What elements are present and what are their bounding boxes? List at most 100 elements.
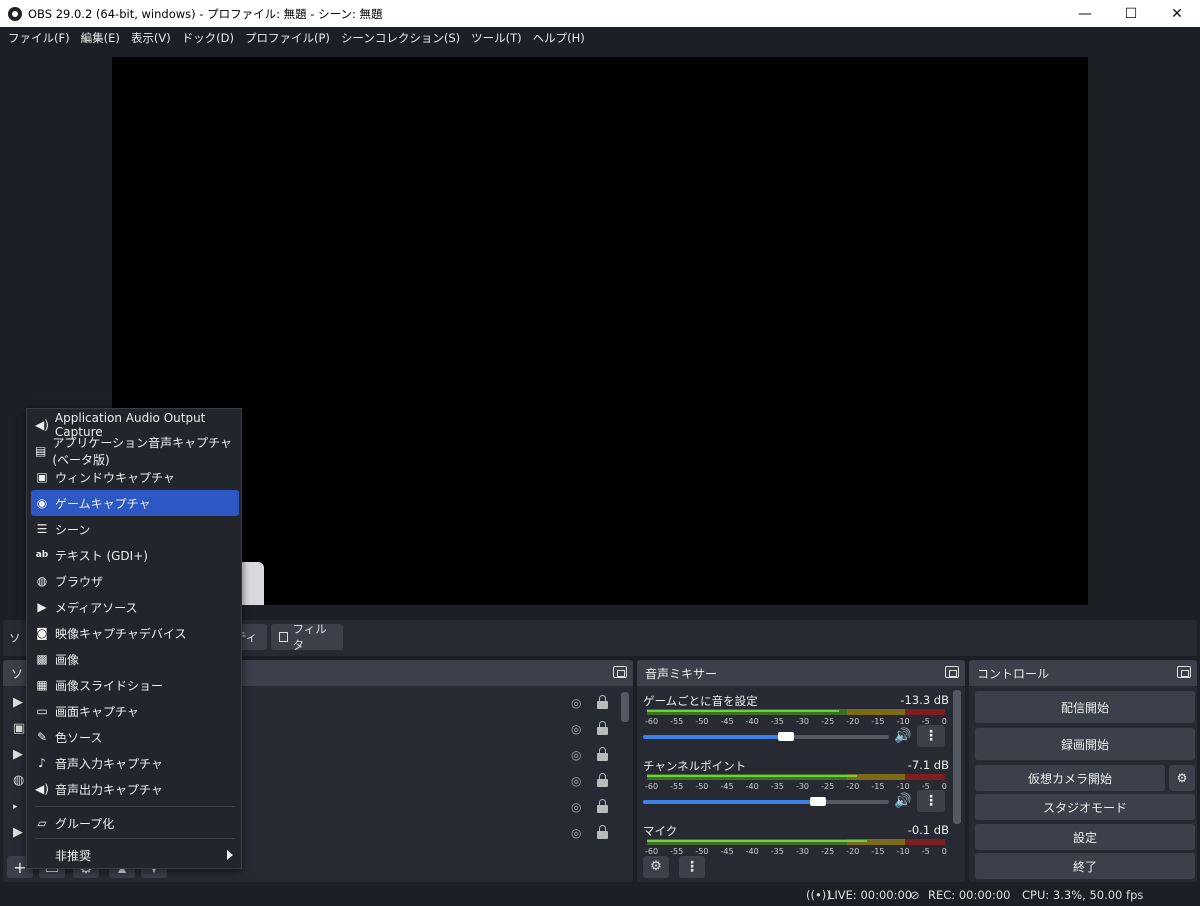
volume-slider[interactable] [643,797,889,806]
undock-icon[interactable] [613,666,627,678]
volume-meter [647,839,945,845]
brush-icon: ✎ [36,730,48,744]
lock-icon[interactable] [597,773,608,787]
title-bar: OBS 29.0.2 (64-bit, windows) - プロファイル: 無… [0,0,1200,27]
list-icon: ☰ [36,522,48,536]
maximize-button[interactable]: ☐ [1108,0,1154,27]
undock-icon[interactable] [945,666,959,678]
track-db: -7.1 dB [907,758,949,772]
exit-button[interactable]: 終了 [975,853,1195,879]
menu-separator [35,838,235,839]
undock-icon[interactable] [1177,666,1191,678]
volume-meter [647,774,945,780]
plus-icon: + [13,857,27,877]
virtual-camera-settings-button[interactable]: ⚙ [1169,765,1195,791]
menu-tools[interactable]: ツール(T) [467,30,526,46]
menu-file[interactable]: ファイル(F) [4,30,74,46]
start-streaming-button[interactable]: 配信開始 [975,691,1195,723]
volume-slider[interactable] [643,732,889,741]
menu-edit[interactable]: 編集(E) [77,30,124,46]
menu-item-text-gdi[interactable]: ab テキスト (GDI+) [31,542,239,568]
settings-button[interactable]: 設定 [975,824,1195,850]
menu-item-image-slideshow[interactable]: ▦ 画像スライドショー [31,672,239,698]
start-virtual-camera-button[interactable]: 仮想カメラ開始 [975,765,1165,791]
minimize-button[interactable]: — [1062,0,1108,27]
lock-icon[interactable] [597,825,608,839]
speaker-icon[interactable]: 🔊 [894,793,911,809]
menu-item-media-source[interactable]: ▶ メディアソース [31,594,239,620]
visibility-hidden-icon[interactable]: ◎ [571,800,581,814]
menu-item-image[interactable]: ▩ 画像 [31,646,239,672]
slider-knob[interactable] [778,732,794,741]
menu-item-audio-output-capture[interactable]: ◀) 音声出力キャプチャ [31,776,239,802]
controls-title: コントロール [977,666,1050,681]
menu-item-video-capture-device[interactable]: ◙ 映像キャプチャデバイス [31,620,239,646]
visibility-hidden-icon[interactable]: ◎ [571,696,581,710]
kebab-icon: ⋮ [685,859,699,875]
image-icon: ▩ [36,652,48,666]
visibility-hidden-icon[interactable]: ◎ [571,826,581,840]
menu-view[interactable]: 表示(V) [127,30,175,46]
volume-meter [647,709,945,715]
speaker-icon[interactable]: 🔊 [894,728,911,744]
filter-icon [279,632,289,642]
menu-help[interactable]: ヘルプ(H) [529,30,589,46]
menu-item-display-capture[interactable]: ▭ 画面キャプチャ [31,698,239,724]
live-time: LIVE: 00:00:00 [828,888,913,902]
menu-bar: ファイル(F) 編集(E) 表示(V) ドック(D) プロファイル(P) シーン… [0,27,1200,49]
menu-separator [35,806,235,807]
menu-item-color-source[interactable]: ✎ 色ソース [31,724,239,750]
track-name: ゲームごとに音を設定 [643,694,758,708]
menu-item-group[interactable]: ▱ グループ化 [31,810,239,836]
folder-icon: ▱ [37,816,47,830]
slider-knob[interactable] [810,797,826,806]
menu-docks[interactable]: ドック(D) [178,30,238,46]
track-name: マイク [643,824,678,838]
context-source-label: ソ [9,631,21,645]
play-icon: ▶ [37,600,47,614]
gear-icon: ⚙ [650,859,662,874]
mixer-scrollbar[interactable] [953,690,961,824]
menu-scene-collection[interactable]: シーンコレクション(S) [337,30,464,46]
menu-item-audio-input-capture[interactable]: ♪ 音声入力キャプチャ [31,750,239,776]
speaker-icon: ◀) [35,418,49,432]
lock-icon[interactable] [597,721,608,735]
advanced-audio-button[interactable]: ⚙ [643,856,669,878]
filters-button[interactable]: フィルタ [271,622,343,652]
rec-time: REC: 00:00:00 [928,888,1011,902]
visibility-hidden-icon[interactable]: ◎ [571,774,581,788]
studio-mode-button[interactable]: スタジオモード [975,794,1195,820]
menu-item-game-capture[interactable]: ◉ ゲームキャプチャ [31,490,239,516]
gamepad-icon: ◉ [36,496,48,510]
preview-canvas[interactable] [112,57,1088,605]
controls-dock: コントロール 配信開始 録画開始 仮想カメラ開始 ⚙ スタジオモード 設定 終了 [969,660,1197,882]
lock-icon[interactable] [597,799,608,813]
obs-logo-icon [8,6,22,21]
lock-icon[interactable] [597,695,608,709]
menu-item-scene[interactable]: ☰ シーン [31,516,239,542]
menu-item-browser[interactable]: ◍ ブラウザ [31,568,239,594]
track-menu-button[interactable]: ⋮ [917,725,945,747]
menu-item-app-audio-capture-beta[interactable]: ▤ アプリケーション音声キャプチャ (ベータ版) [31,436,239,467]
submenu-arrow-icon [227,850,233,860]
sources-scrollbar[interactable] [621,692,629,722]
microphone-icon: ♪ [38,756,46,770]
controls-header: コントロール [969,660,1197,686]
audio-mixer-title: 音声ミキサー [645,666,718,681]
visibility-hidden-icon[interactable]: ◎ [571,722,581,736]
visibility-hidden-icon[interactable]: ◎ [571,748,581,762]
menu-item-deprecated[interactable]: 非推奨 [31,842,239,868]
audio-mixer-dock: 音声ミキサー ゲームごとに音を設定 -13.3 dB -60 -55 -50 -45-… [637,660,965,882]
track-menu-button[interactable]: ⋮ [917,790,945,812]
track-db: -13.3 dB [900,693,949,707]
menu-profile[interactable]: プロファイル(P) [241,30,334,46]
camera-icon: ◙ [36,626,48,640]
globe-icon: ◍ [36,574,48,588]
close-button[interactable]: ✕ [1154,0,1200,27]
filters-label: フィルタ [292,622,327,652]
mixer-menu-button[interactable]: ⋮ [679,856,705,878]
menu-item-window-capture[interactable]: ▣ ウィンドウキャプチャ [31,464,239,490]
start-recording-button[interactable]: 録画開始 [975,728,1195,760]
audio-mixer-header: 音声ミキサー [637,660,965,686]
lock-icon[interactable] [597,747,608,761]
